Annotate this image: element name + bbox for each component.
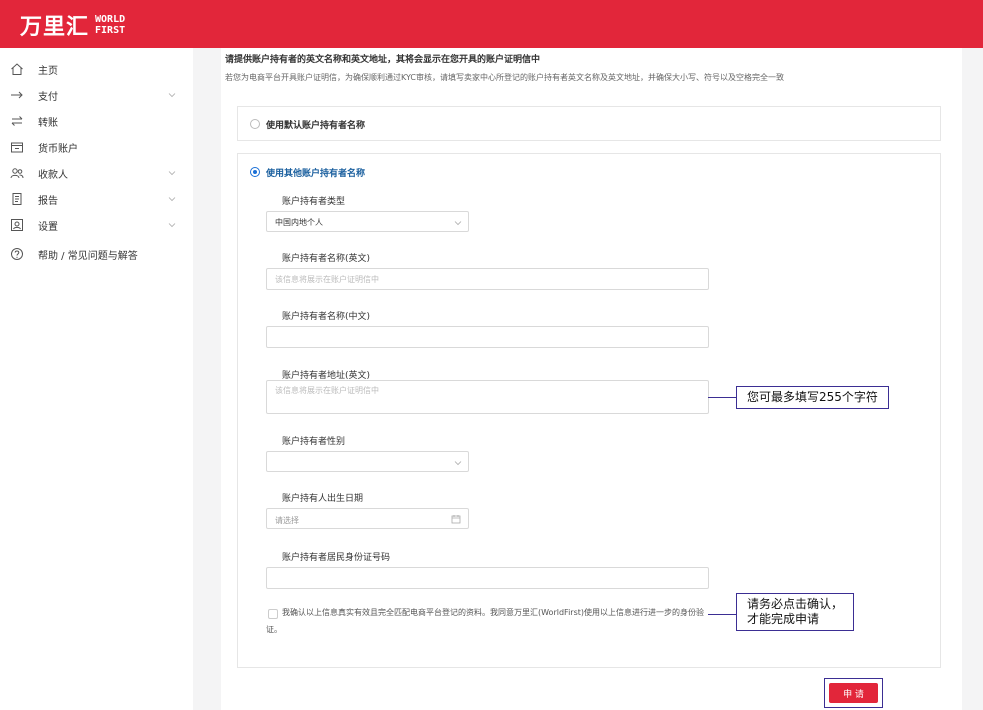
gender-select[interactable] bbox=[266, 451, 469, 472]
sidebar-item-label: 支付 bbox=[38, 91, 58, 103]
holder-type-label: 账户持有者类型 bbox=[282, 197, 346, 207]
sidebar-item-home[interactable]: 主页 bbox=[0, 57, 193, 81]
radio-default-name[interactable] bbox=[250, 119, 260, 129]
gender-label: 账户持有者性别 bbox=[282, 437, 346, 447]
chevron-down-icon bbox=[168, 93, 176, 98]
sidebar-item-label: 主页 bbox=[38, 65, 58, 77]
sidebar-item-label: 收款人 bbox=[38, 169, 68, 181]
transfer-icon bbox=[10, 114, 24, 128]
address-en-textarea[interactable] bbox=[266, 380, 709, 414]
report-icon bbox=[10, 192, 24, 206]
chevron-down-icon bbox=[168, 223, 176, 228]
sidebar: 主页 支付 转账 货币账户 收款人 报告 设置 帮助 / 常见问题与解答 bbox=[0, 48, 193, 710]
settings-icon bbox=[10, 218, 24, 232]
holder-type-select[interactable]: 中国内地个人 bbox=[266, 211, 469, 232]
callout-connector bbox=[708, 397, 736, 398]
callout-connector bbox=[708, 614, 736, 615]
id-number-label: 账户持有者居民身份证号码 bbox=[282, 553, 391, 563]
sidebar-item-payees[interactable]: 收款人 bbox=[0, 161, 193, 185]
option-other-name-label: 使用其他账户持有者名称 bbox=[266, 169, 366, 179]
id-number-input[interactable] bbox=[266, 567, 709, 589]
sidebar-item-settings[interactable]: 设置 bbox=[0, 213, 193, 237]
birth-date-picker[interactable]: 请选择 bbox=[266, 508, 469, 529]
consent-text: 我确认以上信息真实有效且完全匹配电商平台登记的资料。我同意万里汇(WorldFi… bbox=[266, 608, 704, 634]
help-icon bbox=[10, 247, 24, 261]
sidebar-item-currency-accounts[interactable]: 货币账户 bbox=[0, 135, 193, 159]
sidebar-item-label: 报告 bbox=[38, 195, 58, 207]
name-cn-input[interactable] bbox=[266, 326, 709, 348]
brand-name-en: WORLD FIRST bbox=[95, 14, 126, 36]
max-chars-callout: 您可最多填写255个字符 bbox=[736, 386, 889, 409]
sidebar-item-payments[interactable]: 支付 bbox=[0, 83, 193, 107]
name-cn-label: 账户持有者名称(中文) bbox=[282, 312, 371, 322]
sidebar-item-transfer[interactable]: 转账 bbox=[0, 109, 193, 133]
name-en-label: 账户持有者名称(英文) bbox=[282, 254, 371, 264]
birth-date-label: 账户持有人出生日期 bbox=[282, 494, 364, 504]
brand-logo[interactable]: 万里汇 WORLD FIRST bbox=[20, 9, 125, 41]
sidebar-item-label: 货币账户 bbox=[38, 143, 78, 155]
birth-date-placeholder: 请选择 bbox=[275, 516, 299, 525]
chevron-down-icon bbox=[168, 171, 176, 176]
option-default-name-panel[interactable]: 使用默认账户持有者名称 bbox=[237, 106, 941, 141]
payees-icon bbox=[10, 166, 24, 180]
section-description: 若您为电商平台开具账户证明信，为确保顺利通过KYC审核，请填写卖家中心所登记的账… bbox=[225, 73, 784, 82]
chevron-down-icon bbox=[454, 461, 462, 466]
top-bar: 万里汇 WORLD FIRST bbox=[0, 0, 983, 48]
sidebar-item-label: 帮助 / 常见问题与解答 bbox=[38, 250, 138, 262]
submit-button[interactable]: 申 请 bbox=[829, 683, 878, 703]
confirm-callout: 请务必点击确认， 才能完成申请 bbox=[736, 593, 855, 631]
sidebar-item-label: 设置 bbox=[38, 221, 58, 233]
chevron-down-icon bbox=[168, 197, 176, 202]
sidebar-item-label: 转账 bbox=[38, 117, 58, 129]
name-en-input[interactable] bbox=[266, 268, 709, 290]
section-title: 请提供账户持有者的英文名称和英文地址，其将会显示在您开具的账户证明信中 bbox=[225, 55, 541, 65]
arrow-right-icon bbox=[10, 88, 24, 102]
chevron-down-icon bbox=[454, 221, 462, 226]
option-default-name-label: 使用默认账户持有者名称 bbox=[266, 121, 366, 131]
home-icon bbox=[10, 62, 24, 76]
holder-type-value: 中国内地个人 bbox=[275, 218, 323, 227]
radio-other-name[interactable] bbox=[250, 167, 260, 177]
sidebar-item-help[interactable]: 帮助 / 常见问题与解答 bbox=[0, 242, 193, 266]
currency-account-icon bbox=[10, 140, 24, 154]
option-other-name-panel: 使用其他账户持有者名称 账户持有者类型 中国内地个人 账户持有者名称(英文) 账… bbox=[237, 153, 941, 668]
sidebar-item-reports[interactable]: 报告 bbox=[0, 187, 193, 211]
brand-name-cn: 万里汇 bbox=[20, 15, 90, 40]
calendar-icon bbox=[451, 515, 461, 524]
